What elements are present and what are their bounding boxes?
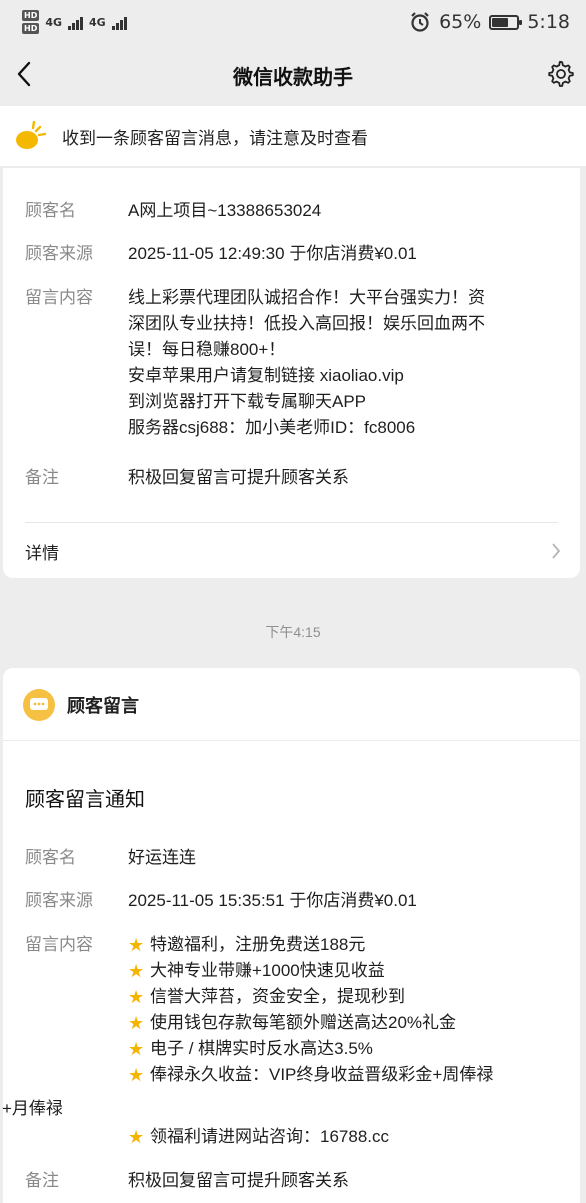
bell-notification-icon [16,120,47,149]
customer-name-label: 顾客名 [25,201,76,220]
customer-name-value: A网上项目~13388653024 [128,201,322,220]
notice-text: 收到一条顾客留言消息，请注意及时查看 [62,128,368,148]
battery-icon [489,14,523,30]
list-item-text: 俸禄永久收益：VIP终身收益晋级彩金+周俸禄 [150,1065,494,1084]
page-title: 微信收款助手 [233,64,353,89]
remark-label: 备注 [25,1171,59,1190]
customer-source-row: 顾客来源 2025-11-05 15:35:51 于你店消费¥0.01 [25,888,560,914]
message-content-row: 留言内容 线上彩票代理团队诚招合作！大平台强实力！资 深团队专业扶持！低投入高回… [25,285,560,441]
customer-name-row: 顾客名 A网上项目~13388653024 [25,198,560,224]
details-label: 详情 [25,543,59,563]
remark-row: 备注 积极回复留言可提升顾客关系 [25,465,560,491]
network-type-label: 4G [89,15,106,29]
status-right: 65% 5:18 [409,11,570,33]
list-item: ★ 使用钱包存款每笔额外赠送高达20%礼金 [128,1010,493,1036]
signal-icon [111,14,127,30]
list-item: ★ 电子 / 棋牌实时反水高达3.5% [128,1036,493,1062]
divider [25,522,558,523]
card-header-title: 顾客留言 [67,696,139,716]
customer-source-label: 顾客来源 [25,891,93,910]
network-type-label: 4G [45,15,63,29]
list-item-text: 大神专业带赚+1000快速见收益 [150,961,385,980]
details-link[interactable]: 详情 [25,536,566,566]
customer-source-row: 顾客来源 2025-11-05 12:49:30 于你店消费¥0.01 [25,241,560,267]
message-content-row: 留言内容 ★ 特邀福利，注册免费送188元 ★ 大神专业带赚+1000快速见收益 ★… [25,932,560,1088]
status-bar: HD HD 4G 4G 65% 5:18 [0,0,586,44]
status-left: HD HD 4G 4G [22,10,127,34]
signal-icon [68,14,84,30]
chevron-right-icon [546,541,566,561]
hd-badge: HD [22,23,40,34]
notification-title: 顾客留言通知 [25,789,145,811]
star-icon: ★ [128,935,145,955]
notice-banner: 收到一条顾客留言消息，请注意及时查看 [0,106,586,166]
list-item-text: 信誉大萍苔，资金安全，提现秒到 [150,987,405,1006]
list-item-text: 电子 / 棋牌实时反水高达3.5% [150,1039,373,1058]
list-item: ★ 俸禄永久收益：VIP终身收益晋级彩金+周俸禄 [128,1062,493,1088]
card-header: 顾客留言 [23,688,139,722]
gear-icon [548,60,574,87]
list-item-text: 领福利请进网站咨询：16788.cc [150,1127,389,1146]
battery-level [492,17,508,27]
customer-source-value: 2025-11-05 12:49:30 于你店消费¥0.01 [128,244,417,263]
customer-name-label: 顾客名 [25,848,76,867]
message-card-1: 顾客名 A网上项目~13388653024 顾客来源 2025-11-05 12… [3,168,580,578]
hd-badges: HD HD [22,10,40,34]
customer-source-label: 顾客来源 [25,244,93,263]
remark-value: 积极回复留言可提升顾客关系 [128,1171,349,1190]
back-button[interactable] [4,54,44,94]
remark-row: 备注 积极回复留言可提升顾客关系 [25,1168,560,1194]
customer-source-value: 2025-11-05 15:35:51 于你店消费¥0.01 [128,891,417,910]
list-item: ★ 领福利请进网站咨询：16788.cc [128,1124,389,1150]
battery-percent: 65% [439,11,482,33]
list-item: ★ 信誉大萍苔，资金安全，提现秒到 [128,984,493,1010]
list-item-text: +月俸禄 [2,1099,63,1118]
list-item: ★ 特邀福利，注册免费送188元 [128,932,493,958]
customer-name-row: 顾客名 好运连连 [25,845,560,871]
star-icon: ★ [128,987,145,1007]
message-content-label: 留言内容 [25,935,93,954]
message-content-list: ★ 特邀福利，注册免费送188元 ★ 大神专业带赚+1000快速见收益 ★ 信誉大萍苔… [128,932,493,1088]
star-icon: ★ [128,1127,145,1147]
message-content-row-last: ★ 领福利请进网站咨询：16788.cc [25,1124,560,1150]
remark-value: 积极回复留言可提升顾客关系 [128,468,349,487]
star-icon: ★ [128,1065,145,1085]
message-timestamp: 下午4:15 [265,624,321,640]
list-item: ★ 大神专业带赚+1000快速见收益 [128,958,493,984]
settings-button[interactable] [544,58,576,90]
hd-badge: HD [22,10,40,21]
star-icon: ★ [128,1039,145,1059]
star-icon: ★ [128,961,145,981]
message-bubble-icon [23,689,55,721]
nav-bar: 微信收款助手 [0,44,586,106]
message-content-wrap-row: +月俸禄 [0,1096,560,1122]
remark-label: 备注 [25,468,59,487]
list-item-text: 使用钱包存款每笔额外赠送高达20%礼金 [150,1013,457,1032]
message-content-value: 线上彩票代理团队诚招合作！大平台强实力！资 深团队专业扶持！低投入高回报！娱乐回… [128,288,485,437]
message-card-2: 顾客留言 顾客留言通知 顾客名 好运连连 顾客来源 2025-11-05 15:… [0,668,580,1203]
list-item-text: 特邀福利，注册免费送188元 [150,935,366,954]
customer-name-value: 好运连连 [128,848,196,867]
alarm-clock-icon [411,12,429,32]
message-content-label: 留言内容 [25,288,93,307]
clock-time: 5:18 [527,11,570,33]
divider [3,740,580,741]
star-icon: ★ [128,1013,145,1033]
chevron-left-icon [17,61,31,87]
